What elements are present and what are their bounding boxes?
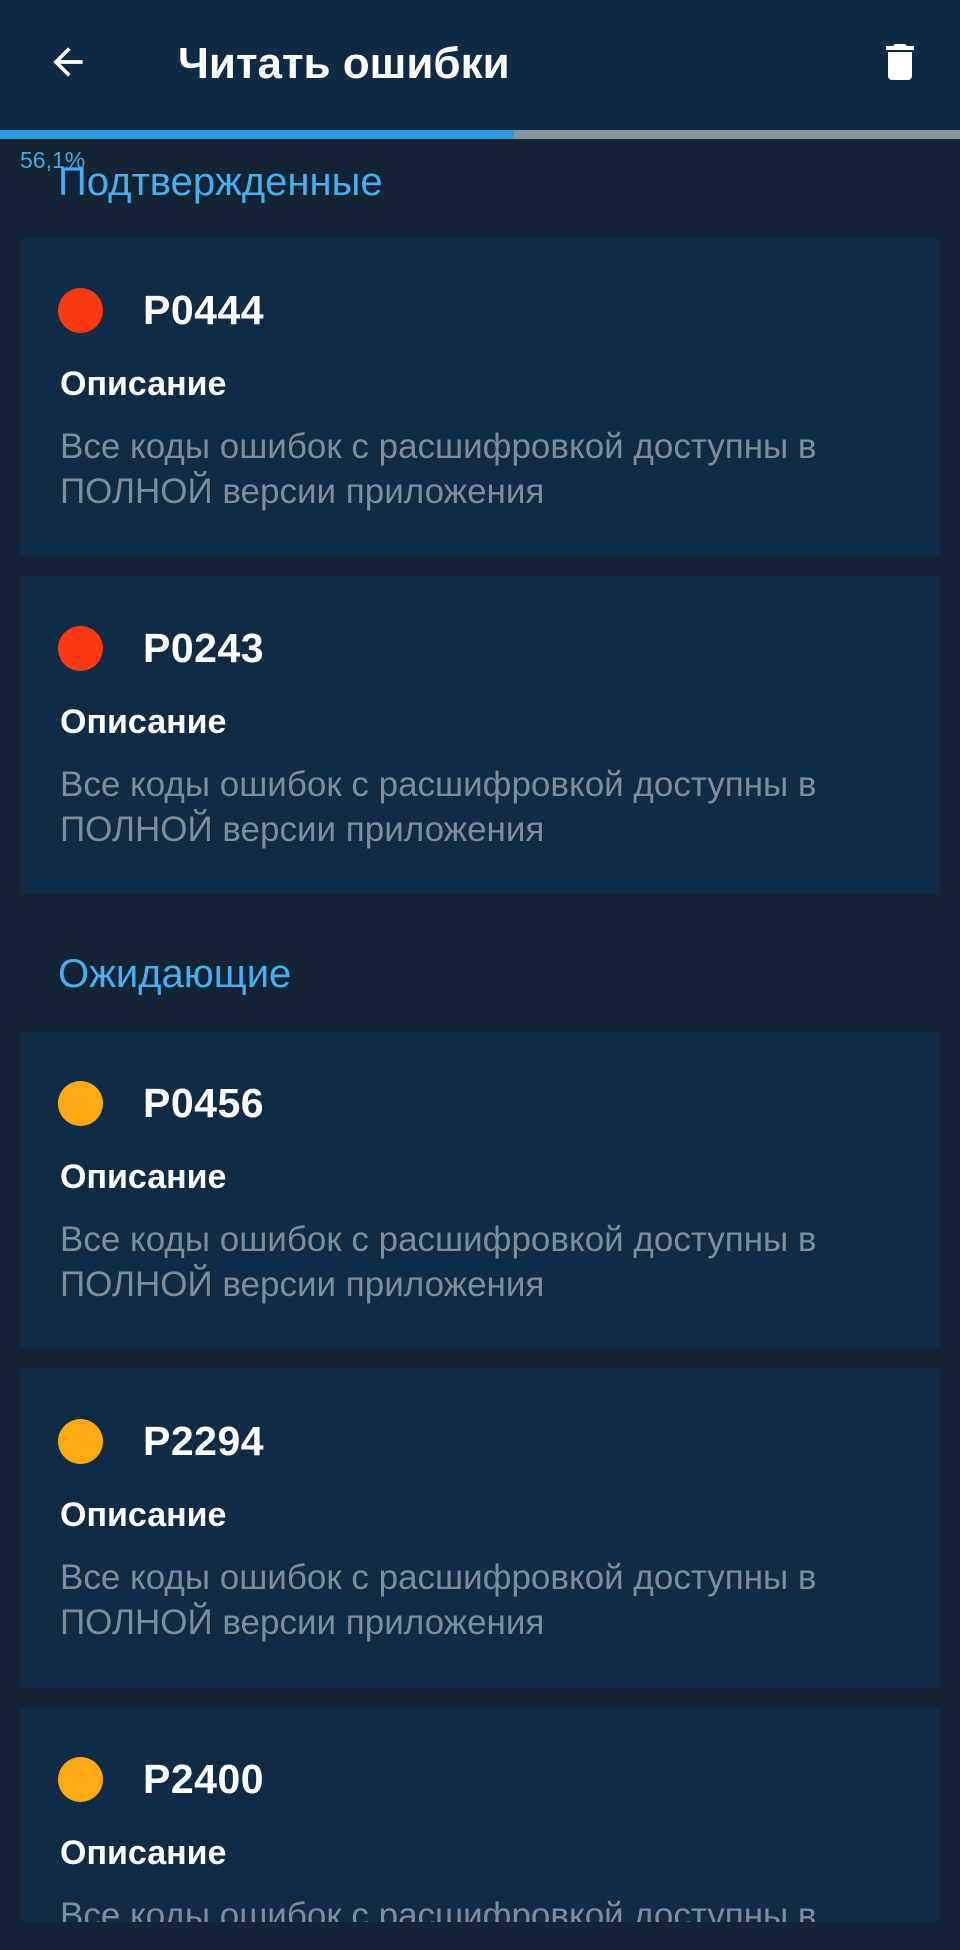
progress-fill (0, 130, 515, 139)
status-dot (58, 288, 103, 333)
error-code: P0243 (143, 625, 265, 671)
status-dot (58, 626, 103, 671)
page-title: Читать ошибки (178, 39, 510, 88)
status-dot (58, 1419, 103, 1464)
status-dot (58, 1757, 103, 1802)
description-label: Описание (60, 1158, 227, 1196)
error-code: P2400 (143, 1756, 265, 1802)
description-text: Все коды ошибок с расшифровкой доступны … (60, 1220, 817, 1304)
error-code: P2294 (143, 1418, 265, 1464)
description-label: Описание (60, 365, 227, 403)
description-text: Все коды ошибок с расшифровкой доступны … (60, 765, 817, 849)
progress-label: 56,1% (20, 147, 86, 173)
delete-button[interactable] (868, 30, 932, 94)
description-text: Все коды ошибок с расшифровкой доступны … (60, 427, 817, 511)
progress-bar (0, 130, 960, 139)
error-card[interactable]: P0456 Описание Все коды ошибок с расшифр… (20, 1031, 940, 1349)
error-code: P0444 (143, 287, 265, 333)
arrow-left-icon (53, 47, 83, 77)
trash-icon (886, 44, 914, 80)
error-code: P0456 (143, 1080, 265, 1126)
app-bar: Читать ошибки (0, 0, 960, 130)
description-text: Все коды ошибок с расшифровкой доступны … (60, 1558, 817, 1642)
error-card[interactable]: P2294 Описание Все коды ошибок с расшифр… (20, 1369, 940, 1687)
error-card[interactable]: P0243 Описание Все коды ошибок с расшифр… (20, 576, 940, 894)
description-label: Описание (60, 703, 227, 741)
error-card[interactable]: P2400 Описание Все коды ошибок с расшифр… (20, 1707, 940, 1950)
app-screen: Читать ошибки 56,1% Подтвержденные P0444… (0, 0, 960, 1950)
section-title-pending: Ожидающие (58, 952, 292, 996)
back-button[interactable] (36, 30, 100, 94)
description-label: Описание (60, 1496, 227, 1534)
bottom-edge (0, 1922, 960, 1950)
status-dot (58, 1081, 103, 1126)
description-label: Описание (60, 1834, 227, 1872)
error-card[interactable]: P0444 Описание Все коды ошибок с расшифр… (20, 238, 940, 556)
section-title-confirmed: Подтвержденные (58, 160, 383, 204)
